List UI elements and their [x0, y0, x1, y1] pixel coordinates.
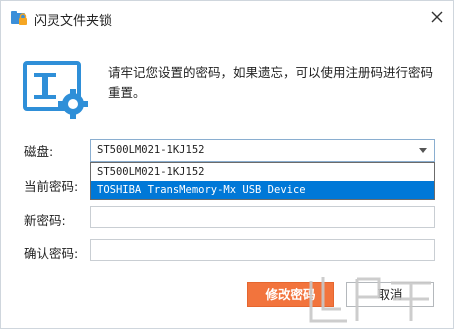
title-bar: 闪灵文件夹锁: [1, 1, 453, 35]
disk-select[interactable]: ST500LM021-1KJ152: [90, 139, 435, 162]
password-settings-icon: [23, 61, 88, 119]
dialog-window: 闪灵文件夹锁 请牢记您设置的密码，如果遗忘，可以使用注册码进行密码重置。 磁盘:…: [0, 0, 454, 329]
disk-option-selected[interactable]: TOSHIBA TransMemory-Mx USB Device: [91, 181, 434, 199]
confirm-password-label: 确认密码:: [24, 246, 79, 261]
new-password-label: 新密码:: [24, 213, 66, 228]
disk-option[interactable]: ST500LM021-1KJ152: [91, 163, 434, 181]
chevron-down-icon[interactable]: [412, 140, 434, 161]
folder-lock-icon: [11, 11, 27, 25]
disk-dropdown-list: ST500LM021-1KJ152 TOSHIBA TransMemory-Mx…: [90, 162, 435, 200]
disk-select-value: ST500LM021-1KJ152: [97, 144, 205, 156]
reminder-message: 请牢记您设置的密码，如果遗忘，可以使用注册码进行密码重置。: [108, 65, 434, 100]
current-password-label: 当前密码:: [24, 179, 79, 194]
new-password-field[interactable]: [90, 206, 435, 228]
watermark-logo: [309, 277, 431, 323]
close-icon[interactable]: [429, 9, 445, 25]
disk-label: 磁盘:: [24, 144, 54, 159]
window-title: 闪灵文件夹锁: [34, 14, 113, 29]
confirm-password-field[interactable]: [90, 239, 435, 261]
